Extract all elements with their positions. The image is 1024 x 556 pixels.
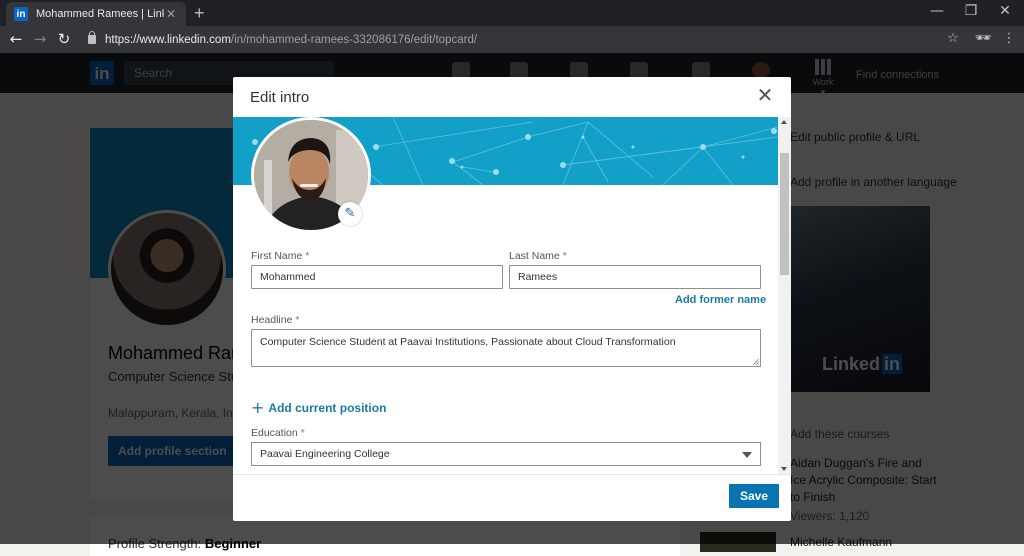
url-path: /in/mohammed-ramees-332086176/edit/topca… [230, 33, 478, 46]
scroll-thumb[interactable] [780, 153, 789, 275]
scroll-up-icon[interactable] [781, 120, 787, 124]
new-tab-icon[interactable]: + [194, 3, 205, 24]
restore-icon[interactable]: ❐ [956, 3, 986, 19]
required-mark: * [305, 250, 310, 262]
incognito-icon[interactable]: 🕶 [974, 31, 992, 46]
modal-title: Edit intro [250, 89, 310, 106]
education-label-text: Education [251, 427, 298, 439]
pencil-icon[interactable]: ✎ [338, 202, 362, 226]
headline-label-text: Headline [251, 314, 293, 326]
reload-icon[interactable]: ↻ [54, 30, 74, 48]
chevron-down-icon [742, 452, 752, 458]
first-name-label-text: First Name [251, 250, 303, 262]
window-close-icon[interactable]: ✕ [990, 3, 1020, 19]
minimize-icon[interactable]: — [922, 3, 952, 19]
education-select[interactable]: Paavai Engineering College [251, 442, 761, 466]
education-value: Paavai Engineering College [260, 448, 390, 460]
modal-scrollbar[interactable] [778, 117, 791, 474]
add-former-name-link[interactable]: Add former name [675, 294, 766, 306]
address-bar[interactable]: https://www.linkedin.com/in/mohammed-ram… [88, 30, 477, 49]
headline-field[interactable]: Computer Science Student at Paavai Insti… [251, 329, 761, 367]
browser-tab[interactable]: in Mohammed Ramees | LinkedIn ✕ [6, 2, 186, 26]
modal-footer: Save [233, 474, 791, 521]
required-mark: * [295, 314, 300, 326]
first-name-field[interactable]: Mohammed [251, 265, 503, 289]
browser-tab-strip: in Mohammed Ramees | LinkedIn ✕ + — ❐ ✕ [0, 0, 1024, 26]
modal-header: Edit intro ✕ [233, 77, 791, 117]
add-position-label: Add current position [268, 400, 387, 415]
add-current-position-link[interactable]: + Add current position [251, 398, 386, 417]
url-host: https://www.linkedin.com [105, 33, 231, 46]
save-button[interactable]: Save [729, 484, 779, 508]
headline-value: Computer Science Student at Paavai Insti… [260, 336, 676, 348]
linkedin-favicon-icon: in [14, 7, 28, 21]
star-icon[interactable]: ☆ [944, 31, 962, 46]
last-name-field[interactable]: Ramees [509, 265, 761, 289]
modal-body: ✎ First Name * Mohammed Last Name * Rame… [233, 117, 778, 474]
required-mark: * [562, 250, 567, 262]
scroll-down-icon[interactable] [781, 467, 787, 471]
resize-grip-icon[interactable] [753, 359, 759, 365]
lock-icon [88, 31, 96, 44]
first-name-label: First Name * [251, 250, 309, 262]
back-icon[interactable]: ← [6, 30, 26, 48]
edit-intro-modal: Edit intro ✕ ✎ First Name * Mohammed Las… [233, 77, 791, 521]
last-name-label-text: Last Name [509, 250, 560, 262]
education-label: Education * [251, 427, 305, 439]
headline-label: Headline * [251, 314, 299, 326]
forward-icon[interactable]: → [30, 30, 50, 48]
tab-title: Mohammed Ramees | LinkedIn [36, 8, 164, 20]
tab-close-icon[interactable]: ✕ [164, 7, 178, 21]
required-mark: * [300, 427, 305, 439]
close-icon[interactable]: ✕ [753, 83, 777, 107]
plus-icon: + [251, 398, 265, 417]
menu-icon[interactable]: ⋮ [1000, 31, 1018, 46]
browser-toolbar: ← → ↻ https://www.linkedin.com/in/mohamm… [0, 26, 1024, 53]
last-name-label: Last Name * [509, 250, 567, 262]
